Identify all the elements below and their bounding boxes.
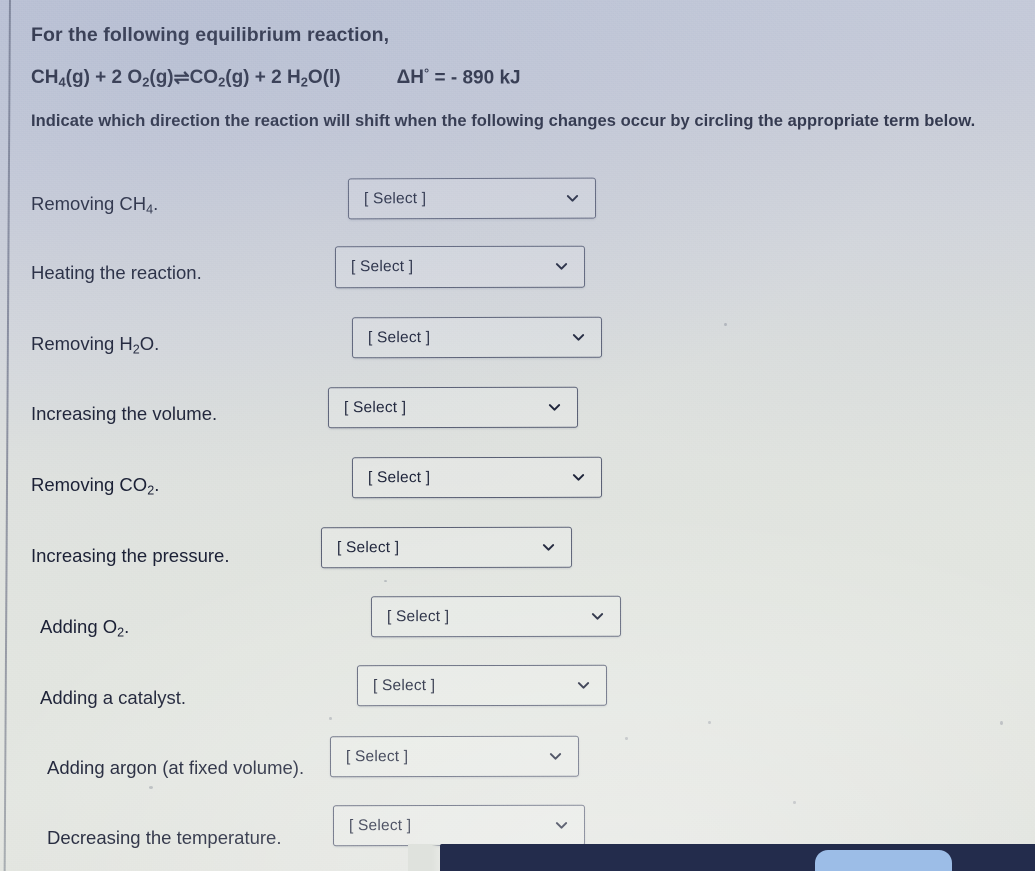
select-decreasing-the-temperature[interactable]: [ Select ] <box>332 804 586 847</box>
dust-speck <box>149 786 153 789</box>
row-label-text: Adding argon (at fixed volume). <box>47 757 305 778</box>
dust-speck <box>625 737 628 740</box>
chevron-down-icon <box>548 400 561 413</box>
row-label-text: Adding a catalyst. <box>40 687 187 708</box>
dust-speck <box>724 323 727 326</box>
dust-speck <box>793 801 796 804</box>
row-label-text: Increasing the volume. <box>31 403 218 424</box>
row-label-text: Removing CH4. <box>31 193 159 217</box>
equilibrium-arrow-icon: ⇌ <box>173 67 190 89</box>
row-label-increasing-the-pressure: Increasing the pressure. <box>31 545 229 567</box>
select-value: [ Select ] <box>348 816 412 834</box>
select-heating-the-reaction[interactable]: [ Select ] <box>334 245 586 289</box>
select-increasing-the-volume[interactable]: [ Select ] <box>327 386 579 429</box>
row-label-adding-o2: Adding O2. <box>40 616 129 640</box>
row-label-text: Removing CO2. <box>31 474 160 498</box>
enthalpy-value: = - 890 kJ <box>429 67 521 89</box>
chevron-down-icon <box>555 818 568 831</box>
chevron-down-icon <box>577 678 590 691</box>
select-removing-ch4[interactable]: [ Select ] <box>347 177 597 220</box>
select-value: [ Select ] <box>363 189 427 207</box>
select-removing-h2o[interactable]: [ Select ] <box>351 316 603 359</box>
row-label-text: Increasing the pressure. <box>31 545 230 566</box>
equation-products: CO2(g) + 2 H2O(l) <box>189 67 341 91</box>
chevron-down-icon <box>572 330 585 343</box>
bottom-bar-left-fade <box>408 844 442 871</box>
row-label-increasing-the-volume: Increasing the volume. <box>31 403 217 425</box>
chevron-down-icon <box>591 609 604 622</box>
equation-reactants: CH4(g) + 2 O2(g) <box>31 67 174 91</box>
bottom-app-bar <box>440 844 1035 871</box>
dust-speck <box>329 717 332 720</box>
row-label-removing-ch4: Removing CH4. <box>31 193 158 217</box>
chevron-down-icon <box>555 260 568 273</box>
row-label-removing-co2: Removing CO2. <box>31 474 159 498</box>
chevron-down-icon <box>542 540 555 553</box>
select-adding-o2[interactable]: [ Select ] <box>370 595 622 638</box>
select-value: [ Select ] <box>343 398 407 416</box>
row-label-text: Heating the reaction. <box>31 262 202 283</box>
row-label-adding-argon: Adding argon (at fixed volume). <box>47 757 304 779</box>
select-removing-co2[interactable]: [ Select ] <box>351 456 603 499</box>
chevron-down-icon <box>572 470 585 483</box>
dust-speck <box>1000 721 1003 725</box>
question-instruction-text: Indicate which direction the reaction wi… <box>31 112 976 130</box>
row-label-text: Decreasing the temperature. <box>47 827 282 848</box>
select-adding-a-catalyst[interactable]: [ Select ] <box>356 664 608 707</box>
select-value: [ Select ] <box>367 328 431 346</box>
question-intro-text: For the following equilibrium reaction, <box>31 24 390 46</box>
chevron-down-icon <box>566 191 579 204</box>
worksheet-page: For the following equilibrium reaction, … <box>0 0 1035 871</box>
dust-speck <box>708 721 711 724</box>
row-label-removing-h2o: Removing H2O. <box>31 333 159 357</box>
bottom-bar-action-button[interactable] <box>815 850 952 871</box>
select-value: [ Select ] <box>386 607 450 625</box>
enthalpy-symbol: ΔH° <box>396 66 430 89</box>
row-label-decreasing-the-temperature: Decreasing the temperature. <box>47 827 281 849</box>
select-value: [ Select ] <box>372 676 436 694</box>
row-label-text: Adding O2. <box>40 616 130 640</box>
row-label-text: Removing H2O. <box>31 333 160 357</box>
select-value: [ Select ] <box>336 538 400 556</box>
chemical-equation: CH4(g) + 2 O2(g)⇌CO2(g) + 2 H2O(l) ΔH° = … <box>31 66 521 90</box>
select-adding-argon[interactable]: [ Select ] <box>329 735 580 778</box>
select-increasing-the-pressure[interactable]: [ Select ] <box>320 526 573 569</box>
row-label-heating-the-reaction: Heating the reaction. <box>31 262 202 284</box>
chevron-down-icon <box>549 749 562 762</box>
select-value: [ Select ] <box>367 468 431 486</box>
select-value: [ Select ] <box>350 258 414 276</box>
row-label-adding-a-catalyst: Adding a catalyst. <box>40 687 186 709</box>
select-value: [ Select ] <box>345 747 409 765</box>
page-left-edge-rule <box>3 0 11 871</box>
dust-speck <box>384 580 387 582</box>
